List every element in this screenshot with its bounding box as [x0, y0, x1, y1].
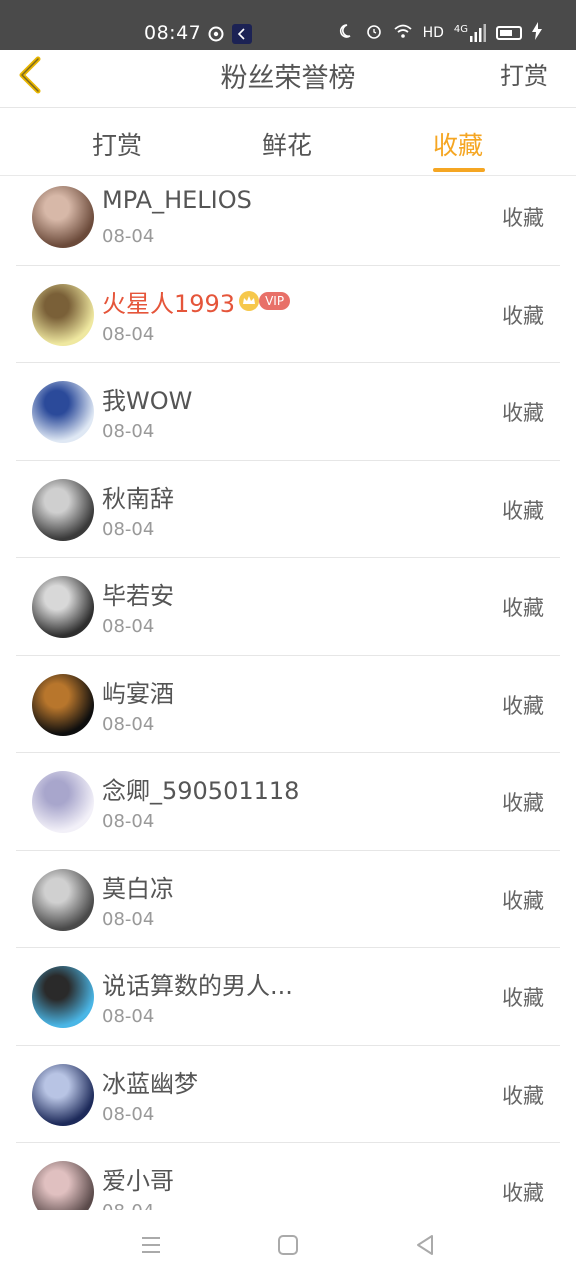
home-nav-button[interactable]	[275, 1232, 301, 1258]
menu-icon	[142, 1237, 160, 1253]
page-title: 粉丝荣誉榜	[220, 63, 356, 94]
alarm-icon	[365, 22, 383, 44]
avatar[interactable]	[32, 673, 94, 736]
hd-label: HD	[422, 25, 444, 41]
fan-date: 08-04	[102, 616, 155, 637]
moon-icon	[339, 23, 355, 43]
tab-bar: 打赏 鲜花 收藏	[0, 108, 576, 176]
fan-name-text: 念卿_590501118	[102, 777, 300, 805]
fan-date: 08-04	[102, 908, 155, 930]
tab-favorites[interactable]: 收藏	[433, 126, 483, 162]
fan-date: 08-04	[102, 811, 155, 832]
avatar[interactable]	[32, 1063, 94, 1126]
fan-action-label: 收藏	[502, 498, 544, 523]
avatar[interactable]	[32, 868, 94, 931]
fan-name-text: 爱小哥	[102, 1167, 174, 1195]
avatar[interactable]	[32, 186, 94, 248]
reward-button[interactable]: 打赏	[500, 56, 548, 91]
vip-badge: VIP	[259, 292, 291, 310]
back-nav-button[interactable]	[412, 1232, 438, 1258]
fan-row[interactable]: 冰蓝幽梦 08-04 收藏	[16, 1046, 560, 1143]
fan-date: 08-04	[102, 713, 155, 735]
netease-icon	[208, 26, 224, 46]
menu-nav-button[interactable]	[138, 1232, 164, 1258]
system-nav-bar	[0, 1210, 576, 1280]
fan-row[interactable]: 火星人1993 VIP 08-04 收藏	[16, 266, 560, 363]
fan-name-text: 莫白凉	[102, 874, 174, 903]
fan-action-label: 收藏	[502, 303, 544, 328]
fan-action-label: 收藏	[502, 1083, 544, 1108]
fan-action-label: 收藏	[502, 596, 544, 620]
avatar[interactable]	[32, 966, 94, 1028]
status-left-icons	[208, 24, 252, 48]
fan-name: 念卿_590501118	[102, 771, 299, 806]
fan-date: 08-04	[102, 1006, 155, 1027]
avatar[interactable]	[32, 478, 94, 541]
fan-action-label: 收藏	[502, 1181, 544, 1205]
fan-row[interactable]: 莫白凉 08-04 收藏	[16, 851, 560, 948]
fan-name-text: MPA_HELIOS	[102, 186, 252, 214]
signal-icon: 4G	[454, 24, 486, 42]
fan-action-label: 收藏	[502, 791, 544, 815]
fan-row[interactable]: 毕若安 08-04 收藏	[16, 558, 560, 656]
avatar[interactable]	[32, 576, 94, 638]
fan-row[interactable]: 秋南辞 08-04 收藏	[16, 461, 560, 558]
status-time: 08:47	[144, 22, 202, 44]
fan-date: 08-04	[102, 421, 155, 442]
fan-row[interactable]: 屿宴酒 08-04 收藏	[16, 656, 560, 753]
fan-date: 08-04	[102, 323, 155, 345]
fan-name-text: 我WOW	[102, 387, 193, 415]
fan-name-text: 说话算数的男人...	[102, 972, 293, 1000]
fan-row[interactable]: 说话算数的男人... 08-04 收藏	[16, 948, 560, 1046]
fan-name-text: 冰蓝幽梦	[102, 1069, 198, 1098]
fan-name: MPA_HELIOS	[102, 186, 252, 214]
avatar[interactable]	[32, 771, 94, 833]
fan-action-label: 收藏	[502, 206, 544, 230]
back-triangle-icon	[417, 1235, 433, 1255]
tab-flowers[interactable]: 鲜花	[262, 126, 312, 162]
fan-name: 秋南辞	[102, 479, 174, 514]
fan-name-text: 毕若安	[102, 582, 174, 610]
fan-action-label: 收藏	[502, 888, 544, 913]
avatar[interactable]	[32, 381, 94, 443]
fan-row[interactable]: 爱小哥 08-04 收藏	[16, 1143, 560, 1210]
avatar[interactable]	[32, 1161, 94, 1210]
fan-action-label: 收藏	[502, 693, 544, 718]
header: 粉丝荣誉榜 打赏	[0, 50, 576, 108]
charging-icon	[532, 22, 542, 44]
wifi-icon	[393, 23, 413, 43]
fan-name: 毕若安	[102, 576, 174, 611]
fan-row[interactable]: MPA_HELIOS 08-04 收藏	[16, 168, 560, 266]
fan-name-text: 秋南辞	[102, 484, 174, 513]
avatar[interactable]	[32, 283, 94, 346]
fan-list[interactable]: MPA_HELIOS 08-04 收藏 火星人1993 VIP 08-04 收藏 我WOW 08…	[16, 168, 560, 1210]
fan-name: 我WOW	[102, 381, 192, 416]
fan-action-label: 收藏	[502, 986, 544, 1010]
fan-date: 08-04	[102, 226, 155, 247]
fan-date: 08-04	[102, 518, 155, 540]
fan-date: 08-04	[102, 1103, 155, 1125]
home-square-icon	[278, 1235, 298, 1255]
fan-name-text: 火星人1993	[102, 289, 236, 318]
crown-icon	[237, 290, 261, 312]
fan-name: 冰蓝幽梦	[102, 1064, 198, 1099]
app-icon	[232, 24, 252, 48]
tab-reward[interactable]: 打赏	[92, 126, 142, 162]
fan-name: 莫白凉	[102, 869, 174, 904]
fan-name: 屿宴酒	[102, 674, 174, 709]
fan-row[interactable]: 念卿_590501118 08-04 收藏	[16, 753, 560, 851]
fan-name: 说话算数的男人...	[102, 966, 293, 1001]
fan-name: 火星人1993 VIP	[102, 284, 291, 319]
fan-row[interactable]: 我WOW 08-04 收藏	[16, 363, 560, 461]
fan-date: 08-04	[102, 1201, 154, 1210]
fan-name-text: 屿宴酒	[102, 679, 174, 708]
status-right-icons: HD 4G	[339, 22, 542, 44]
battery-icon	[496, 26, 522, 40]
fan-name: 爱小哥	[102, 1161, 174, 1196]
fan-action-label: 收藏	[502, 401, 544, 425]
